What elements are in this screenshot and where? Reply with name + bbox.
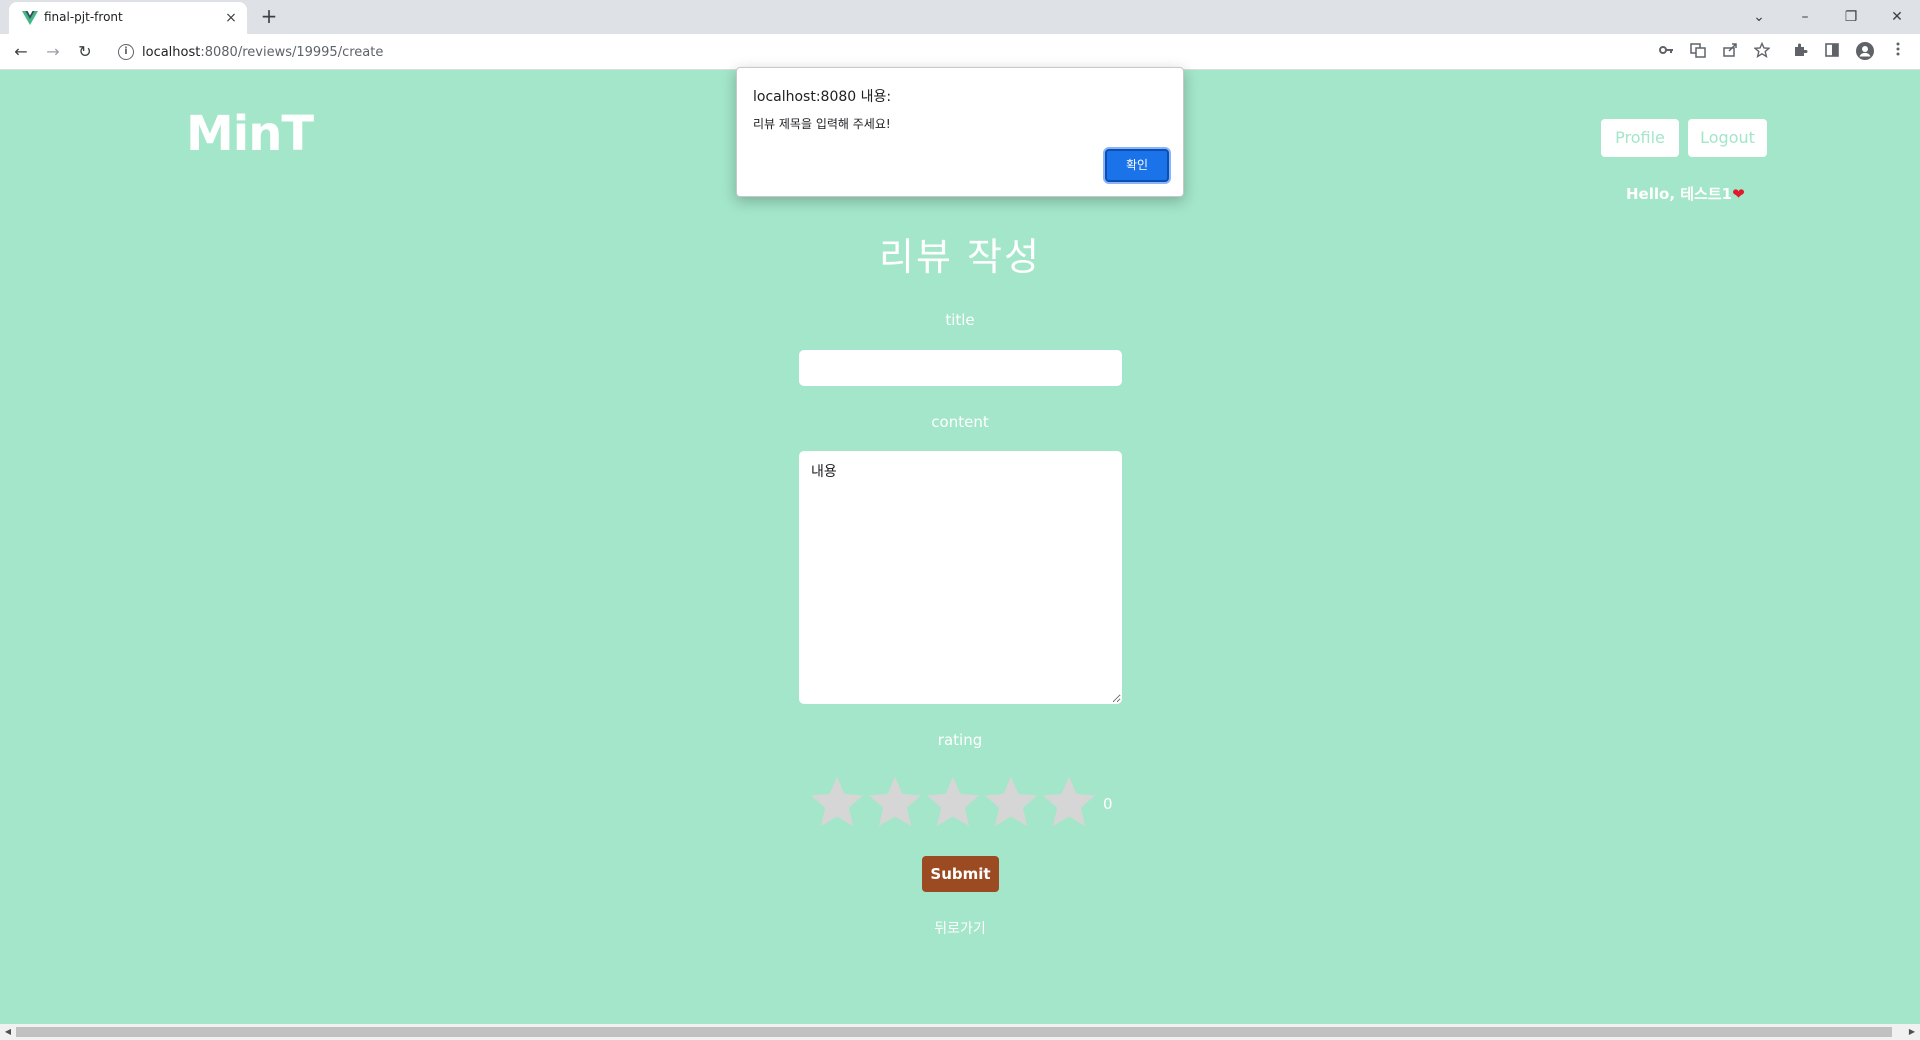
url-text: localhost:8080/reviews/19995/create: [142, 45, 383, 60]
star-icon[interactable]: [866, 773, 924, 831]
browser-toolbar: ← → ↻ i localhost:8080/reviews/19995/cre…: [0, 34, 1920, 70]
key-icon[interactable]: [1656, 42, 1676, 62]
tab-title: final-pjt-front: [44, 10, 123, 24]
url-path: :8080/reviews/19995/create: [200, 45, 384, 60]
back-icon[interactable]: ←: [9, 40, 33, 64]
share-icon[interactable]: [1720, 42, 1740, 62]
tab-search-icon[interactable]: ⌄: [1742, 4, 1776, 30]
profile-button[interactable]: Profile: [1601, 119, 1679, 157]
profile-avatar-icon[interactable]: [1855, 42, 1875, 62]
content-textarea[interactable]: 내용: [799, 451, 1122, 704]
forward-icon[interactable]: →: [41, 40, 65, 64]
url-host: localhost: [142, 45, 201, 60]
alert-ok-button[interactable]: 확인: [1105, 149, 1169, 182]
restore-icon[interactable]: ❐: [1834, 4, 1868, 30]
submit-button[interactable]: Submit: [922, 856, 999, 892]
heart-icon: ❤: [1732, 185, 1745, 203]
site-logo[interactable]: MinT: [186, 106, 314, 162]
browser-tabstrip: final-pjt-front × + ⌄ – ❐ ✕: [0, 0, 1920, 34]
content-label: content: [931, 413, 989, 431]
scroll-left-icon[interactable]: ◀: [2, 1026, 14, 1038]
star-icon[interactable]: [808, 773, 866, 831]
page-title: 리뷰 작성: [879, 235, 1041, 279]
star-icon[interactable]: [1040, 773, 1098, 831]
minimize-icon[interactable]: –: [1788, 4, 1822, 30]
extensions-icon[interactable]: [1790, 42, 1810, 62]
horizontal-scrollbar[interactable]: ◀ ▶: [0, 1024, 1920, 1040]
bookmark-star-icon[interactable]: [1752, 41, 1772, 62]
scroll-right-icon[interactable]: ▶: [1906, 1026, 1918, 1038]
alert-title: localhost:8080 내용:: [753, 89, 892, 105]
close-window-icon[interactable]: ✕: [1880, 4, 1914, 30]
site-info-icon[interactable]: i: [118, 44, 134, 60]
star-rating[interactable]: [808, 773, 1108, 835]
tab-close-icon[interactable]: ×: [223, 10, 239, 26]
alert-message: 리뷰 제목을 입력해 주세요!: [753, 117, 891, 131]
side-panel-icon[interactable]: [1822, 42, 1842, 62]
greeting-label: Hello, 테스트1: [1626, 185, 1733, 203]
title-label: title: [945, 311, 975, 329]
browser-tab[interactable]: final-pjt-front ×: [9, 2, 247, 34]
scrollbar-thumb[interactable]: [16, 1027, 1892, 1037]
greeting-text: Hello, 테스트1❤: [1626, 183, 1745, 204]
back-link[interactable]: 뒤로가기: [0, 918, 1920, 938]
address-bar[interactable]: i localhost:8080/reviews/19995/create: [110, 38, 1720, 66]
rating-value: 0: [1103, 795, 1113, 813]
translate-icon[interactable]: [1688, 42, 1708, 62]
rating-label: rating: [937, 731, 983, 749]
alert-dialog: localhost:8080 내용: 리뷰 제목을 입력해 주세요! 확인: [736, 67, 1184, 197]
reload-icon[interactable]: ↻: [73, 40, 97, 64]
star-icon[interactable]: [924, 773, 982, 831]
new-tab-icon[interactable]: +: [258, 6, 280, 28]
title-input[interactable]: [799, 350, 1122, 386]
vue-logo-icon: [22, 11, 38, 25]
star-icon[interactable]: [982, 773, 1040, 831]
menu-kebab-icon[interactable]: [1888, 42, 1908, 62]
logout-button[interactable]: Logout: [1688, 119, 1767, 157]
